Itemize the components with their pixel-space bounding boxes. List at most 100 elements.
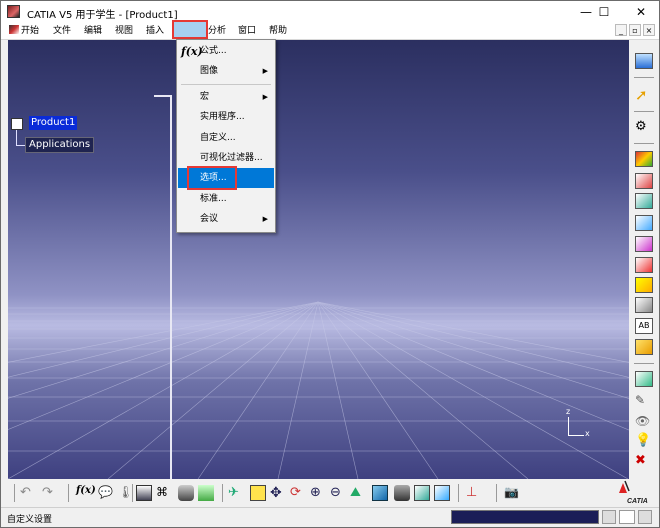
- tools-menu-highlight-box: [172, 20, 208, 39]
- catia-window: CATIA V5 用于学生 - [Product1] — ☐ ✕ 开始 文件 编…: [0, 0, 660, 528]
- axis-x-label: x: [585, 429, 590, 438]
- submenu-arrow-icon: ▶: [262, 67, 268, 75]
- insert-new-part-icon[interactable]: [635, 193, 653, 209]
- snap-icon[interactable]: 👁: [635, 413, 653, 429]
- product-structure-icon[interactable]: ⚙: [635, 119, 653, 135]
- iso-view-icon[interactable]: [372, 485, 388, 501]
- 3d-compass-icon[interactable]: ⊥: [466, 485, 482, 501]
- submenu-arrow-icon: ▶: [262, 93, 268, 101]
- generate-numbering-icon[interactable]: [635, 277, 653, 293]
- menu-separator: [181, 84, 271, 85]
- tools-menu-image-label: 图像: [200, 66, 219, 76]
- undo-icon[interactable]: ↶: [20, 485, 36, 501]
- command-input[interactable]: [451, 510, 599, 524]
- status-bar: 自定义设置: [1, 507, 659, 527]
- tools-menu-visualization-filter-label: 可视化过滤器...: [200, 153, 263, 163]
- tree-node-applications[interactable]: Applications: [25, 137, 95, 153]
- 3d-viewport[interactable]: Product1 Applications x z: [8, 40, 629, 479]
- bottom-toolbar: ↶ ↷ f(x) 💬 🌡 ⌘ ✈ ✥ ⟳ ⊕ ⊖ ⛰ ⊥ 📷: [8, 481, 629, 505]
- fit-all-in-icon[interactable]: [250, 485, 266, 501]
- knowledge-advisor-icon[interactable]: 💬: [98, 485, 114, 501]
- compass-frame-line: [154, 95, 174, 479]
- menu-start-label: 开始: [21, 26, 40, 36]
- tree-connector: [16, 130, 17, 146]
- submenu-arrow-icon: ▶: [262, 215, 268, 223]
- zoom-in-icon[interactable]: ⊕: [310, 485, 326, 501]
- options-highlight-box: [187, 166, 237, 190]
- insert-new-product-icon[interactable]: [635, 173, 653, 189]
- fly-mode-icon[interactable]: ✈: [228, 485, 244, 501]
- constraints-icon[interactable]: [635, 371, 653, 387]
- tools-menu-customize[interactable]: 自定义...: [178, 128, 274, 148]
- replace-component-icon[interactable]: [635, 236, 653, 252]
- mdi-minimize-button[interactable]: _: [615, 24, 627, 36]
- axis-triad: x z: [566, 407, 598, 445]
- menu-analysis[interactable]: 分析: [206, 24, 228, 38]
- tools-menu-dropdown: f(x) 公式... 图像 ▶ 宏 ▶ 实用程序... 自定义... 可视化过滤…: [176, 39, 276, 233]
- tools-menu-visualization-filter[interactable]: 可视化过滤器...: [178, 148, 274, 168]
- tools-menu-conference-label: 会议: [200, 214, 219, 224]
- product-icon: [11, 118, 23, 130]
- tree-expansion-icon[interactable]: ⌘: [156, 485, 172, 501]
- insert-existing-component-icon[interactable]: [635, 215, 653, 231]
- axis-z-label: z: [566, 407, 571, 416]
- menu-edit[interactable]: 编辑: [82, 24, 104, 38]
- right-toolbar: ➚ ⚙ AB ✎ 👁 💡 ✖: [631, 45, 657, 479]
- capture-icon[interactable]: 📷: [504, 485, 520, 501]
- shading-icon[interactable]: [394, 485, 410, 501]
- tools-menu-utility[interactable]: 实用程序...: [178, 107, 274, 127]
- menu-start[interactable]: 开始: [7, 24, 41, 38]
- menu-view[interactable]: 视图: [113, 24, 135, 38]
- multi-instantiation-icon[interactable]: [635, 339, 653, 355]
- window-title: CATIA V5 用于学生 - [Product1]: [27, 10, 178, 21]
- tree-node-product1[interactable]: Product1: [29, 116, 78, 130]
- close-button[interactable]: ✕: [623, 1, 659, 23]
- normal-view-icon[interactable]: ⛰: [350, 485, 366, 501]
- manipulation-icon[interactable]: ✎: [635, 392, 653, 408]
- catia-app-icon: [7, 5, 20, 18]
- selective-load-icon[interactable]: [635, 297, 653, 313]
- select-arrow-icon[interactable]: ➚: [635, 87, 653, 103]
- catia-logo: CATIA: [619, 480, 648, 505]
- start-menu-icon: [9, 25, 19, 34]
- redo-icon[interactable]: ↷: [42, 485, 58, 501]
- catalog-browser-icon[interactable]: [136, 485, 152, 501]
- svg-text:CATIA: CATIA: [627, 498, 648, 505]
- tools-menu-formula-label: 公式...: [200, 46, 227, 56]
- mdi-close-button[interactable]: ×: [643, 24, 655, 36]
- tools-menu-macro[interactable]: 宏 ▶: [178, 87, 274, 107]
- rotate-icon[interactable]: ⟳: [290, 485, 306, 501]
- formula-icon[interactable]: f(x): [76, 485, 96, 501]
- pan-icon[interactable]: ✥: [270, 485, 286, 501]
- tools-menu-macro-label: 宏: [200, 92, 210, 102]
- tools-menu-standards-label: 标准...: [200, 194, 227, 204]
- status-button[interactable]: [638, 510, 652, 524]
- swap-visible-space-icon[interactable]: [434, 485, 450, 501]
- insert-component-icon[interactable]: [635, 151, 653, 167]
- paste-icon[interactable]: [198, 485, 214, 501]
- maximize-button[interactable]: ☐: [586, 1, 622, 23]
- tools-menu-customize-label: 自定义...: [200, 133, 236, 143]
- tools-menu-formula[interactable]: f(x) 公式...: [178, 41, 274, 61]
- clash-icon[interactable]: ✖: [635, 453, 653, 469]
- title-bar: CATIA V5 用于学生 - [Product1] — ☐ ✕: [1, 1, 659, 23]
- light-bulb-icon[interactable]: 💡: [635, 433, 653, 449]
- status-button[interactable]: [619, 510, 635, 524]
- tools-menu-standards[interactable]: 标准...: [178, 189, 274, 209]
- manage-representations-icon[interactable]: AB: [635, 318, 653, 334]
- menu-file[interactable]: 文件: [51, 24, 73, 38]
- mdi-restore-button[interactable]: ▫: [629, 24, 641, 36]
- graph-tree-reordering-icon[interactable]: [635, 257, 653, 273]
- menu-insert[interactable]: 插入: [144, 24, 166, 38]
- tools-menu-conference[interactable]: 会议 ▶: [178, 209, 274, 229]
- status-message: 自定义设置: [7, 515, 53, 525]
- menu-window[interactable]: 窗口: [236, 24, 258, 38]
- menu-help[interactable]: 帮助: [267, 24, 289, 38]
- floor-grid: [8, 301, 629, 479]
- zoom-out-icon[interactable]: ⊖: [330, 485, 346, 501]
- cut-icon[interactable]: [178, 485, 194, 501]
- workbench-icon[interactable]: [635, 53, 653, 69]
- status-button[interactable]: [602, 510, 616, 524]
- tools-menu-image[interactable]: 图像 ▶: [178, 61, 274, 81]
- hide-show-icon[interactable]: [414, 485, 430, 501]
